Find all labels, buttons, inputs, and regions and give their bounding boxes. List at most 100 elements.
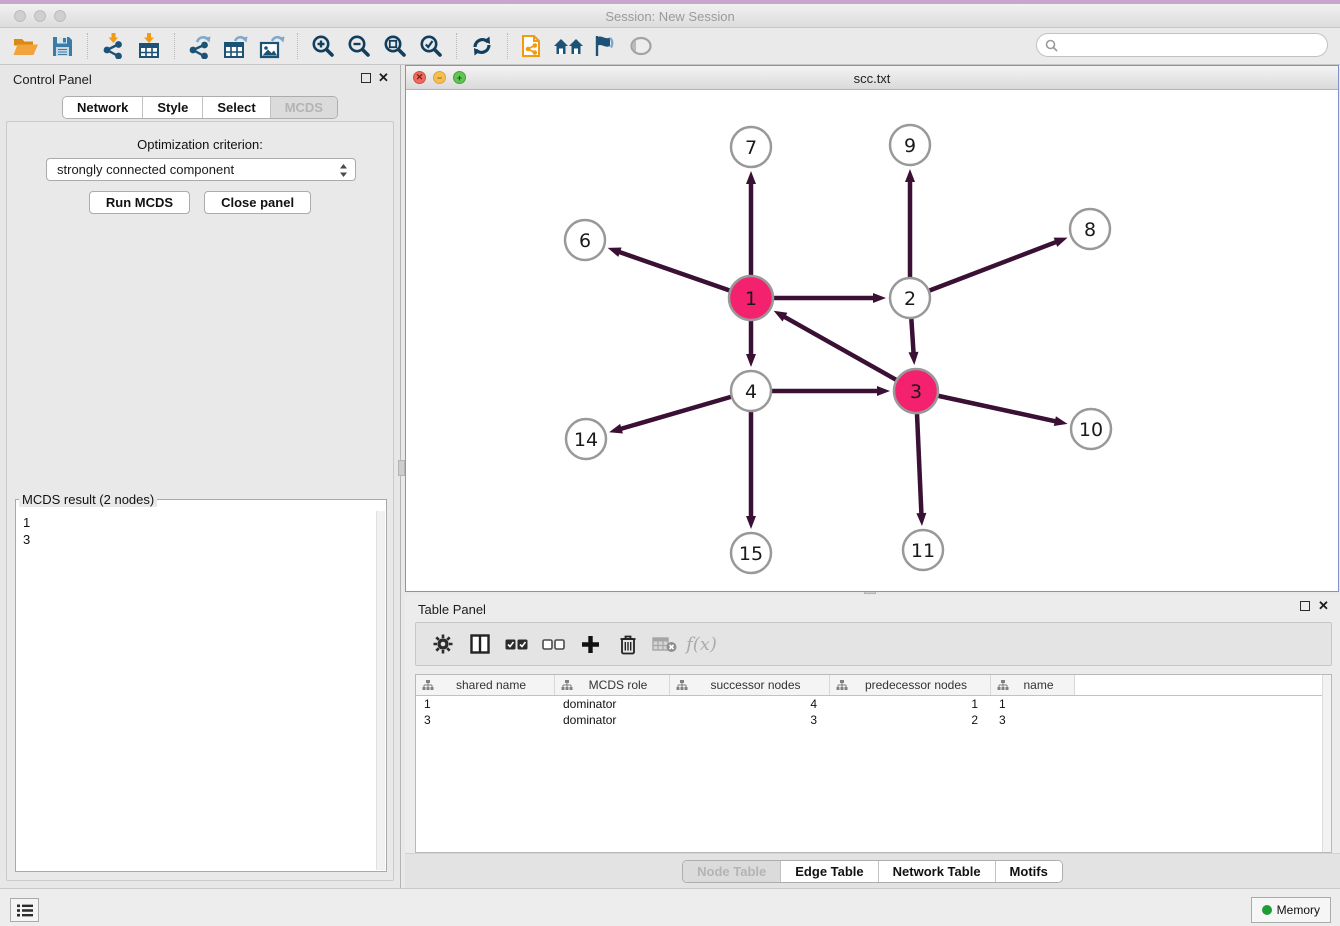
checked-boxes-icon bbox=[505, 639, 528, 650]
graph-node-label: 4 bbox=[745, 381, 757, 403]
network-graph[interactable]: 7968124314101511 bbox=[406, 90, 1338, 591]
graph-edge-arrowhead bbox=[916, 513, 926, 526]
network-from-selection-button[interactable] bbox=[515, 30, 551, 62]
search-field[interactable] bbox=[1036, 33, 1328, 57]
table-settings-button[interactable] bbox=[424, 627, 461, 661]
zoom-fit-button[interactable] bbox=[377, 30, 413, 62]
eye-icon bbox=[628, 35, 654, 57]
toolbar-separator bbox=[174, 33, 175, 59]
graph-edge-3-11[interactable] bbox=[917, 414, 921, 516]
tab-mcds[interactable]: MCDS bbox=[271, 97, 337, 118]
network-from-selection-icon bbox=[521, 32, 546, 60]
table-body: 1dominator4113dominator323 bbox=[416, 696, 1331, 728]
graph-edge-2-8[interactable] bbox=[930, 241, 1059, 290]
open-session-button[interactable] bbox=[8, 30, 44, 62]
hierarchy-icon bbox=[997, 680, 1009, 691]
optimization-criterion-value: strongly connected component bbox=[57, 162, 234, 177]
search-input[interactable] bbox=[1058, 38, 1308, 52]
tab-motifs[interactable]: Motifs bbox=[996, 861, 1062, 882]
close-panel-icon[interactable]: ✕ bbox=[378, 72, 389, 84]
splitter-grip[interactable] bbox=[398, 460, 405, 476]
tab-network-table[interactable]: Network Table bbox=[879, 861, 996, 882]
network-canvas[interactable]: 7968124314101511 bbox=[406, 90, 1338, 591]
tab-edge-table[interactable]: Edge Table bbox=[781, 861, 878, 882]
app-title: Session: New Session bbox=[0, 9, 1340, 24]
table-cell[interactable]: 2 bbox=[830, 713, 991, 727]
graph-edge-1-6[interactable] bbox=[617, 251, 729, 290]
create-column-button[interactable] bbox=[572, 627, 609, 661]
table-cell[interactable]: 3 bbox=[670, 713, 830, 727]
column-header-shared-name[interactable]: shared name bbox=[416, 675, 555, 695]
export-network-button[interactable] bbox=[182, 30, 218, 62]
graph-edge-3-1[interactable] bbox=[782, 316, 896, 380]
column-header-successor-nodes[interactable]: successor nodes bbox=[670, 675, 830, 695]
trash-icon bbox=[619, 634, 637, 655]
save-session-button[interactable] bbox=[44, 30, 80, 62]
graph-node-label: 14 bbox=[574, 429, 598, 451]
show-graphics-details-button[interactable] bbox=[587, 30, 623, 62]
zoom-in-button[interactable] bbox=[305, 30, 341, 62]
column-header-MCDS-role[interactable]: MCDS role bbox=[555, 675, 670, 695]
control-panel: Control Panel ✕ Network Style Select MCD… bbox=[0, 65, 401, 888]
close-panel-button[interactable]: Close panel bbox=[204, 191, 311, 214]
graph-node-label: 6 bbox=[579, 230, 591, 252]
apply-layout-button[interactable] bbox=[464, 30, 500, 62]
mcds-result-text[interactable]: 1 3 bbox=[17, 511, 376, 870]
table-row[interactable]: 3dominator323 bbox=[416, 712, 1331, 728]
tab-select[interactable]: Select bbox=[203, 97, 270, 118]
first-neighbors-button[interactable] bbox=[551, 30, 587, 62]
graph-edge-2-3[interactable] bbox=[911, 319, 913, 355]
column-header-name[interactable]: name bbox=[991, 675, 1075, 695]
birds-eye-view-button[interactable] bbox=[623, 30, 659, 62]
node-table: shared nameMCDS rolesuccessor nodesprede… bbox=[415, 674, 1332, 853]
memory-button[interactable]: Memory bbox=[1251, 897, 1331, 923]
table-scrollbar[interactable] bbox=[1322, 675, 1331, 852]
mcds-panel: Optimization criterion: strongly connect… bbox=[6, 121, 394, 881]
run-mcds-button[interactable]: Run MCDS bbox=[89, 191, 190, 214]
import-table-button[interactable] bbox=[131, 30, 167, 62]
columns-icon bbox=[470, 634, 490, 654]
delete-column-button[interactable] bbox=[609, 627, 646, 661]
table-cell[interactable]: dominator bbox=[555, 697, 670, 711]
flag-icon bbox=[592, 34, 618, 58]
export-image-button[interactable] bbox=[254, 30, 290, 62]
select-all-button[interactable] bbox=[498, 627, 535, 661]
table-row[interactable]: 1dominator411 bbox=[416, 696, 1331, 712]
table-cell[interactable]: 4 bbox=[670, 697, 830, 711]
delete-table-button[interactable] bbox=[646, 627, 683, 661]
table-cell[interactable]: dominator bbox=[555, 713, 670, 727]
table-cell[interactable]: 3 bbox=[416, 713, 555, 727]
close-table-panel-icon[interactable]: ✕ bbox=[1318, 600, 1329, 612]
table-cell[interactable]: 1 bbox=[416, 697, 555, 711]
table-cell[interactable]: 1 bbox=[830, 697, 991, 711]
fx-icon: f(x) bbox=[686, 634, 717, 655]
optimization-criterion-select[interactable]: strongly connected component bbox=[46, 158, 356, 181]
float-panel-icon[interactable] bbox=[361, 73, 371, 83]
import-network-button[interactable] bbox=[95, 30, 131, 62]
save-icon bbox=[52, 36, 73, 57]
graph-edge-arrowhead bbox=[746, 354, 756, 367]
tab-style[interactable]: Style bbox=[143, 97, 203, 118]
table-panel-title: Table Panel bbox=[418, 602, 486, 617]
graph-edge-4-14[interactable] bbox=[619, 397, 731, 430]
zoom-out-icon bbox=[347, 34, 372, 59]
zoom-selected-button[interactable] bbox=[413, 30, 449, 62]
table-cell[interactable]: 1 bbox=[991, 697, 1075, 711]
float-table-panel-icon[interactable] bbox=[1300, 601, 1310, 611]
column-header-predecessor-nodes[interactable]: predecessor nodes bbox=[830, 675, 991, 695]
mcds-result-scrollbar[interactable] bbox=[376, 511, 385, 870]
network-window-titlebar[interactable]: ✕ − + scc.txt bbox=[406, 66, 1338, 90]
show-columns-button[interactable] bbox=[461, 627, 498, 661]
function-builder-button[interactable]: f(x) bbox=[683, 627, 720, 661]
table-cell[interactable]: 3 bbox=[991, 713, 1075, 727]
graph-edge-3-10[interactable] bbox=[938, 396, 1057, 422]
tab-node-table[interactable]: Node Table bbox=[683, 861, 781, 882]
graph-node-label: 2 bbox=[904, 288, 916, 310]
export-table-button[interactable] bbox=[218, 30, 254, 62]
graph-edge-arrowhead bbox=[1054, 416, 1068, 426]
tab-network[interactable]: Network bbox=[63, 97, 143, 118]
show-tasks-button[interactable] bbox=[10, 898, 39, 922]
zoom-out-button[interactable] bbox=[341, 30, 377, 62]
graph-edge-arrowhead bbox=[746, 171, 756, 184]
deselect-all-button[interactable] bbox=[535, 627, 572, 661]
